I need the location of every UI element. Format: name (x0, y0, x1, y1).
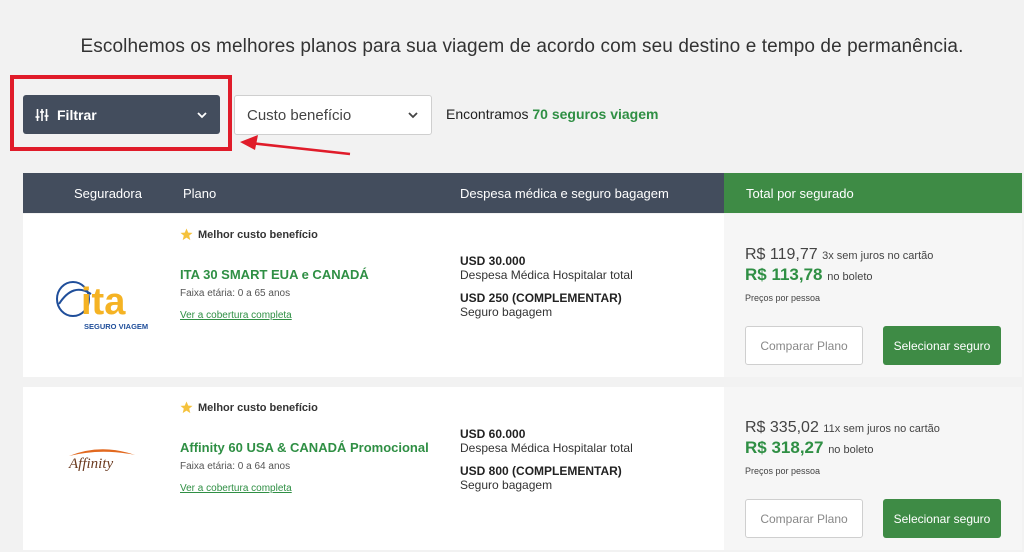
medical-amount: USD 30.000 (460, 254, 526, 268)
best-value-badge: Melhor custo benefício (180, 228, 318, 241)
star-icon (180, 228, 193, 241)
best-value-badge: Melhor custo benefício (180, 401, 318, 414)
star-icon (180, 401, 193, 414)
plan-name: Affinity 60 USA & CANADÁ Promocional (180, 440, 429, 455)
price-boleto: R$ 113,78 no boleto (745, 265, 873, 285)
affinity-logo-text: Affinity (68, 456, 114, 472)
sliders-icon (35, 108, 49, 121)
baggage-amount: USD 800 (COMPLEMENTAR) (460, 464, 622, 478)
ita-logo: ita SEGURO VIAGEM (56, 281, 148, 331)
price-card-value: R$ 335,02 (745, 419, 819, 436)
compare-plan-button[interactable]: Comparar Plano (745, 499, 863, 538)
sort-select-value: Custo benefício (247, 106, 352, 124)
price-card-value: R$ 119,77 (745, 246, 818, 263)
page-headline: Escolhemos os melhores planos para sua v… (80, 36, 964, 57)
compare-plan-button[interactable]: Comparar Plano (745, 326, 863, 365)
select-insurance-button[interactable]: Selecionar seguro (883, 499, 1001, 538)
plan-card: ita SEGURO VIAGEM Melhor custo benefício… (23, 214, 1022, 377)
results-count-prefix: Encontramos (446, 106, 529, 122)
medical-label: Despesa Médica Hospitalar total (460, 268, 633, 282)
medical-label: Despesa Médica Hospitalar total (460, 441, 633, 455)
results-count: Encontramos 70 seguros viagem (446, 106, 658, 122)
badge-label: Melhor custo benefício (198, 401, 318, 414)
sort-select[interactable]: Custo benefício (234, 95, 432, 135)
baggage-amount: USD 250 (COMPLEMENTAR) (460, 291, 622, 305)
price-card-note: 3x sem juros no cartão (822, 250, 934, 262)
select-insurance-button[interactable]: Selecionar seguro (883, 326, 1001, 365)
price-card: R$ 119,77 3x sem juros no cartão (745, 246, 933, 264)
header-total: Total por segurado (724, 173, 1022, 213)
age-range: Faixa etária: 0 a 64 anos (180, 461, 291, 472)
price-card: R$ 335,02 11x sem juros no cartão (745, 419, 940, 437)
filter-button-label: Filtrar (57, 106, 97, 123)
plan-card: Affinity Melhor custo benefício Affinity… (23, 387, 1022, 550)
header-insurer: Seguradora (74, 185, 142, 201)
price-boleto-value: R$ 113,78 (745, 265, 823, 284)
affinity-logo: Affinity (68, 449, 135, 472)
price-boleto: R$ 318,27 no boleto (745, 438, 873, 458)
annotation-arrow-icon (240, 135, 351, 156)
plan-name: ITA 30 SMART EUA e CANADÁ (180, 267, 369, 282)
badge-label: Melhor custo benefício (198, 228, 318, 241)
price-boleto-note: no boleto (828, 444, 874, 456)
coverage-link[interactable]: Ver a cobertura completa (180, 483, 292, 494)
results-table-header: Seguradora Plano Despesa médica e seguro… (23, 173, 1022, 213)
results-count-highlight: 70 seguros viagem (532, 106, 659, 122)
price-boleto-value: R$ 318,27 (745, 438, 824, 457)
filter-button[interactable]: Filtrar (23, 95, 220, 134)
header-plan: Plano (183, 185, 217, 201)
per-person-note: Preços por pessoa (745, 466, 821, 476)
header-coverage: Despesa médica e seguro bagagem (460, 185, 669, 201)
ita-logo-subtext: SEGURO VIAGEM (84, 322, 148, 331)
price-card-note: 11x sem juros no cartão (823, 423, 940, 435)
per-person-note: Preços por pessoa (745, 293, 821, 303)
chevron-down-icon (408, 112, 418, 119)
price-boleto-note: no boleto (827, 271, 873, 283)
baggage-label: Seguro bagagem (460, 305, 553, 319)
coverage-link[interactable]: Ver a cobertura completa (180, 310, 292, 321)
age-range: Faixa etária: 0 a 65 anos (180, 288, 291, 299)
chevron-down-icon (197, 111, 207, 118)
ita-logo-text: ita (81, 281, 126, 323)
baggage-label: Seguro bagagem (460, 478, 553, 492)
medical-amount: USD 60.000 (460, 427, 526, 441)
